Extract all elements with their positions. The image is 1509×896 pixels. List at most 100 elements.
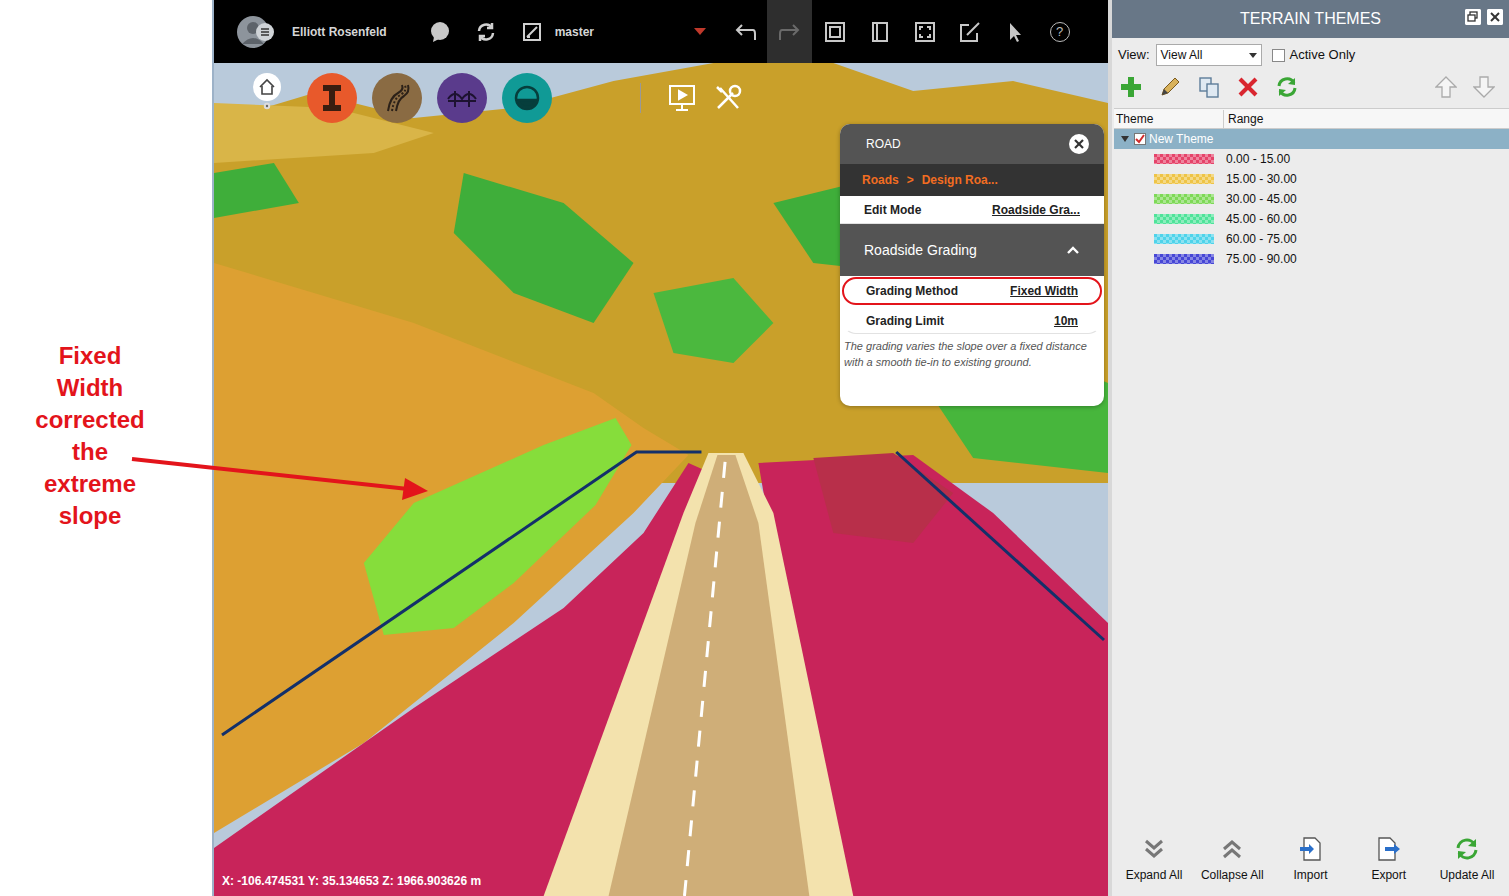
theme-checkbox[interactable]: [1134, 133, 1146, 145]
property-value[interactable]: Fixed Width: [1010, 282, 1078, 300]
layers-icon[interactable]: [824, 21, 846, 43]
fullscreen-button[interactable]: [902, 0, 947, 63]
column-header[interactable]: Range: [1224, 110, 1263, 128]
column-header[interactable]: Theme: [1114, 110, 1224, 128]
move-down-icon[interactable]: [1473, 75, 1495, 99]
refresh-theme-button[interactable]: [1272, 72, 1302, 102]
redo-button[interactable]: [767, 0, 812, 63]
copy-theme-icon[interactable]: [1197, 75, 1221, 99]
help-icon[interactable]: ?: [1050, 22, 1070, 42]
add-theme-icon[interactable]: [1119, 75, 1143, 99]
collapse-chevron-icon[interactable]: [1066, 245, 1080, 255]
edit-theme-button[interactable]: [1155, 72, 1185, 102]
tools-icon[interactable]: [713, 83, 743, 113]
sketch-icon[interactable]: [959, 21, 981, 43]
footer-button-label[interactable]: Expand All: [1126, 866, 1183, 884]
range-row[interactable]: 15.00 - 30.00: [1114, 169, 1509, 189]
footer-button[interactable]: Import: [1279, 836, 1343, 884]
move-down-button[interactable]: [1469, 72, 1499, 102]
redo-icon[interactable]: [778, 22, 802, 42]
edit-theme-icon[interactable]: [1158, 75, 1182, 99]
range-swatch[interactable]: [1154, 154, 1214, 164]
chat-icon[interactable]: [429, 21, 451, 43]
select-pointer-icon[interactable]: [1004, 21, 1026, 43]
range-swatch[interactable]: [1154, 254, 1214, 264]
refresh-theme-icon[interactable]: [1275, 75, 1299, 99]
fullscreen-icon[interactable]: [914, 21, 936, 43]
footer-button-label[interactable]: Export: [1371, 866, 1406, 884]
range-swatch[interactable]: [1154, 214, 1214, 224]
footer-button-label[interactable]: Collapse All: [1201, 866, 1264, 884]
footer-button-label[interactable]: Import: [1293, 866, 1327, 884]
edit-mode-value[interactable]: Roadside Gra...: [992, 201, 1080, 219]
mode-button[interactable]: [372, 73, 422, 123]
3d-viewport[interactable]: ROADRoads>Design Roa...Edit ModeRoadside…: [214, 63, 1108, 896]
footer-button[interactable]: Update All: [1435, 836, 1499, 884]
branch-dropdown-button[interactable]: [677, 0, 722, 63]
settings-gear-icon[interactable]: [262, 101, 272, 111]
add-theme-button[interactable]: [1116, 72, 1146, 102]
help-button[interactable]: ?: [1037, 0, 1082, 63]
property-row[interactable]: Grading MethodFixed Width: [842, 277, 1102, 305]
range-row[interactable]: 45.00 - 60.00: [1114, 209, 1509, 229]
export-icon[interactable]: [1376, 836, 1402, 862]
expand-triangle-icon[interactable]: [1120, 134, 1130, 144]
active-only-label[interactable]: Active Only: [1290, 45, 1356, 65]
footer-button[interactable]: Expand All: [1122, 836, 1186, 884]
footer-button-label[interactable]: Update All: [1440, 866, 1495, 884]
breadcrumb-item[interactable]: Design Roa...: [922, 171, 998, 189]
footer-button[interactable]: Export: [1357, 836, 1421, 884]
range-row[interactable]: 60.00 - 75.00: [1114, 229, 1509, 249]
sync-icon[interactable]: [475, 21, 497, 43]
view-select[interactable]: View All: [1156, 44, 1262, 66]
mode-button[interactable]: [437, 73, 487, 123]
range-row[interactable]: 30.00 - 45.00: [1114, 189, 1509, 209]
select-pointer-button[interactable]: [992, 0, 1037, 63]
sketch-button[interactable]: [947, 0, 992, 63]
bridges-icon[interactable]: [446, 87, 478, 109]
edit-document-icon[interactable]: [521, 21, 543, 43]
mode-button[interactable]: [502, 73, 552, 123]
undo-button[interactable]: [722, 0, 767, 63]
view-value[interactable]: View All: [1161, 46, 1203, 64]
restore-window-icon[interactable]: [1465, 9, 1481, 25]
delete-theme-button[interactable]: [1233, 72, 1263, 102]
section-title[interactable]: Roadside Grading: [864, 240, 977, 261]
book-icon[interactable]: [869, 21, 891, 43]
drainage-icon[interactable]: [512, 83, 542, 113]
active-only-checkbox[interactable]: [1272, 49, 1285, 62]
theme-row[interactable]: New Theme: [1114, 129, 1509, 149]
update-all-icon[interactable]: [1454, 836, 1480, 862]
property-row[interactable]: Grading Limit10m: [842, 306, 1102, 334]
roads-icon[interactable]: [382, 83, 412, 113]
close-icon[interactable]: [1068, 133, 1090, 155]
range-swatch[interactable]: [1154, 194, 1214, 204]
branch-dropdown-icon[interactable]: [694, 28, 706, 36]
delete-theme-icon[interactable]: [1236, 75, 1260, 99]
layers-button[interactable]: [812, 0, 857, 63]
undo-icon[interactable]: [733, 22, 757, 42]
range-row[interactable]: 0.00 - 15.00: [1114, 149, 1509, 169]
footer-button[interactable]: Collapse All: [1200, 836, 1264, 884]
collapse-all-icon[interactable]: [1219, 836, 1245, 862]
presentation-icon[interactable]: [667, 83, 697, 113]
range-row[interactable]: 75.00 - 90.00: [1114, 249, 1509, 269]
copy-theme-button[interactable]: [1194, 72, 1224, 102]
expand-all-icon[interactable]: [1141, 836, 1167, 862]
dropdown-arrow-icon[interactable]: [1249, 53, 1257, 58]
home-mode-button[interactable]: [242, 73, 292, 123]
book-button[interactable]: [857, 0, 902, 63]
property-value[interactable]: 10m: [1054, 312, 1078, 330]
range-swatch[interactable]: [1154, 174, 1214, 184]
user-avatar-icon[interactable]: [236, 15, 286, 49]
edit-mode-row[interactable]: Edit ModeRoadside Gra...: [840, 196, 1104, 224]
theme-name[interactable]: New Theme: [1149, 130, 1213, 148]
presentation-button[interactable]: [665, 81, 699, 115]
infrastructure-icon[interactable]: [319, 83, 345, 113]
import-icon[interactable]: [1298, 836, 1324, 862]
move-up-icon[interactable]: [1435, 75, 1457, 99]
branch-name[interactable]: master: [555, 23, 594, 41]
user-name[interactable]: Elliott Rosenfeld: [292, 23, 387, 41]
close-panel-icon[interactable]: [1487, 9, 1503, 25]
section-header[interactable]: Roadside Grading: [840, 224, 1104, 276]
